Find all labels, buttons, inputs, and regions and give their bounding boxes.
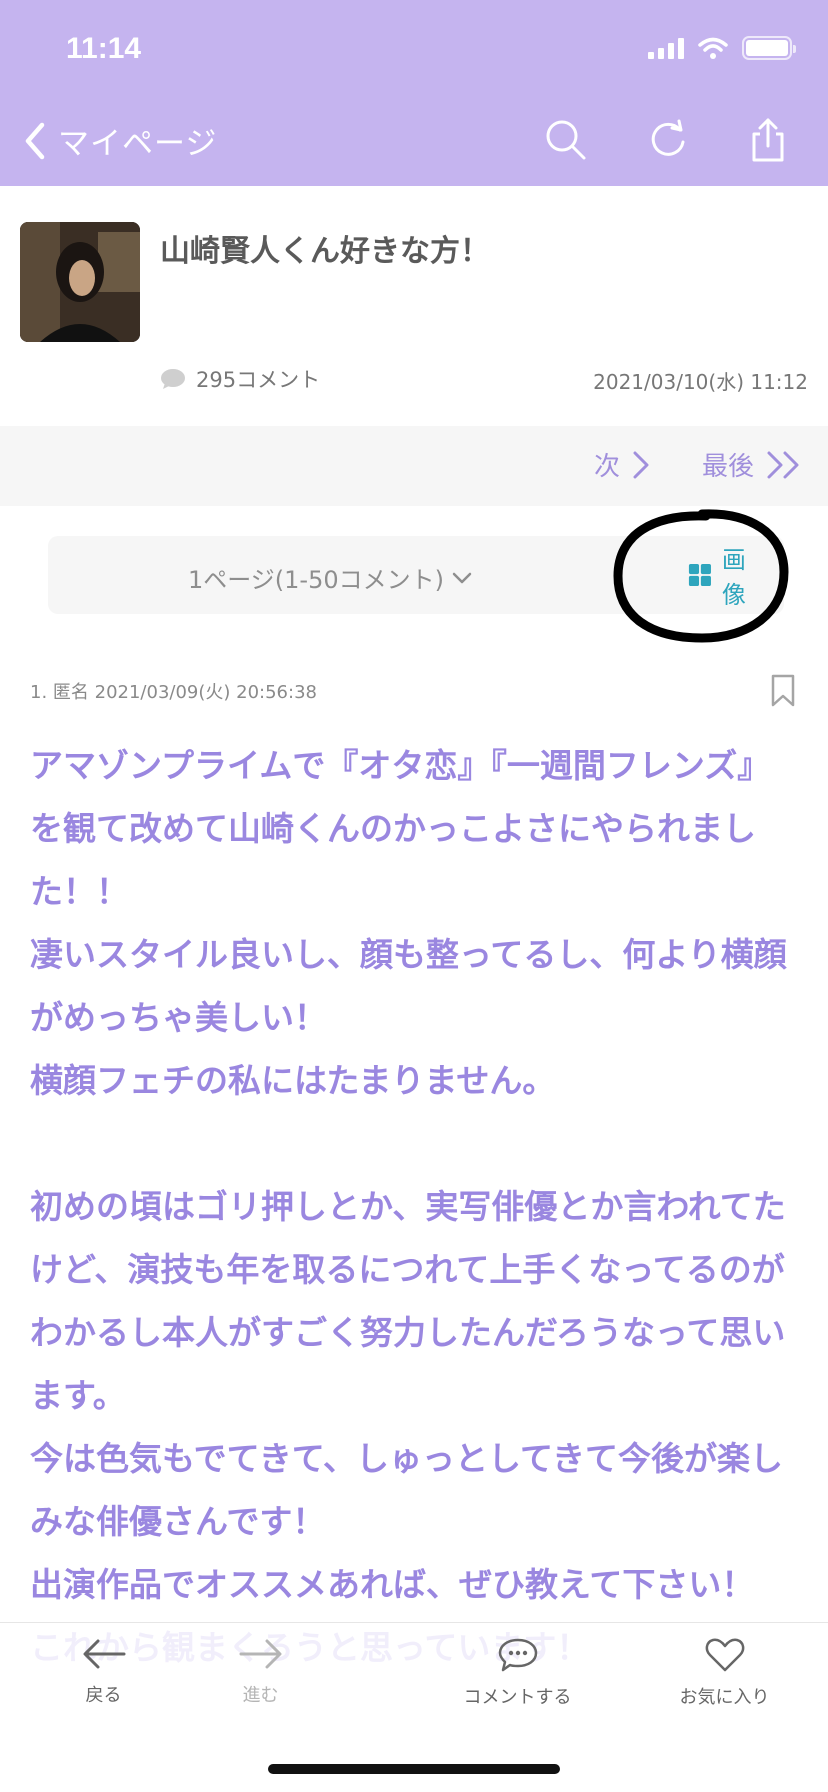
double-chevron-right-icon — [767, 451, 799, 478]
toolbar-forward-button[interactable]: 進む — [157, 1637, 364, 1707]
page-select-bar: 1ページ(1-50コメント) 画像 — [48, 536, 784, 614]
topic-title: 山崎賢人くん好きな方！ — [160, 234, 490, 269]
topic-date: 2021/03/10(水) 11:12 — [593, 370, 808, 394]
grid-icon — [688, 563, 711, 587]
app-header: 11:14 マイページ — [0, 0, 828, 186]
battery-icon — [742, 36, 796, 60]
image-button-label: 画像 — [721, 546, 746, 609]
arrow-right-icon — [239, 1639, 281, 1669]
toolbar-comment-label: コメントする — [463, 1687, 572, 1708]
search-icon — [546, 120, 586, 160]
comment-count: 295コメント — [160, 364, 320, 394]
share-button[interactable] — [744, 116, 792, 164]
next-page-link[interactable]: 次 — [594, 446, 650, 483]
back-label: マイページ — [58, 126, 218, 162]
heart-icon — [705, 1638, 744, 1672]
bookmark-icon — [771, 674, 795, 707]
last-label: 最後 — [702, 452, 755, 482]
toolbar-forward-label: 進む — [242, 1685, 279, 1706]
person-photo-image — [20, 222, 140, 342]
image-view-button[interactable]: 画像 — [670, 546, 784, 609]
speech-bubble-icon — [161, 369, 185, 389]
post-meta: 1. 匿名 2021/03/09(火) 20:56:38 — [30, 682, 317, 703]
comment-count-label: 295コメント — [196, 368, 321, 392]
topic-thumbnail[interactable] — [20, 222, 140, 342]
comment-bubble-icon — [498, 1638, 537, 1672]
chevron-down-icon — [452, 572, 472, 583]
post-body: アマゾンプライムで『オタ恋』『一週間フレンズ』を観て改めて山崎くんのかっこよさに… — [30, 746, 787, 1667]
signal-icon — [648, 37, 684, 59]
chevron-right-icon — [633, 451, 649, 478]
chevron-left-icon — [25, 122, 45, 159]
search-button[interactable] — [542, 116, 590, 164]
home-indicator — [268, 1764, 560, 1774]
share-icon — [752, 118, 784, 162]
wifi-icon — [698, 37, 728, 59]
next-label: 次 — [594, 452, 621, 482]
arrow-left-icon — [83, 1639, 125, 1669]
pager-bar: 次 最後 — [0, 426, 828, 506]
page-dropdown[interactable]: 1ページ(1-50コメント) — [188, 560, 472, 595]
toolbar-back-label: 戻る — [85, 1685, 122, 1706]
back-to-mypage-button[interactable]: マイページ — [22, 118, 217, 163]
toolbar-favorite-label: お気に入り — [679, 1687, 770, 1708]
reload-icon — [651, 119, 685, 156]
bookmark-button[interactable] — [770, 674, 796, 712]
toolbar-favorite-button[interactable]: お気に入り — [621, 1637, 828, 1709]
status-icons — [648, 36, 796, 60]
topic-header: 山崎賢人くん好きな方！ 295コメント 2021/03/10(水) 11:12 — [0, 186, 828, 426]
page-dropdown-label: 1ページ(1-50コメント) — [188, 566, 444, 594]
last-page-link[interactable]: 最後 — [702, 446, 802, 483]
toolbar-comment-button[interactable]: コメントする — [414, 1637, 621, 1709]
status-time: 11:14 — [66, 32, 142, 65]
reload-button[interactable] — [644, 116, 692, 164]
